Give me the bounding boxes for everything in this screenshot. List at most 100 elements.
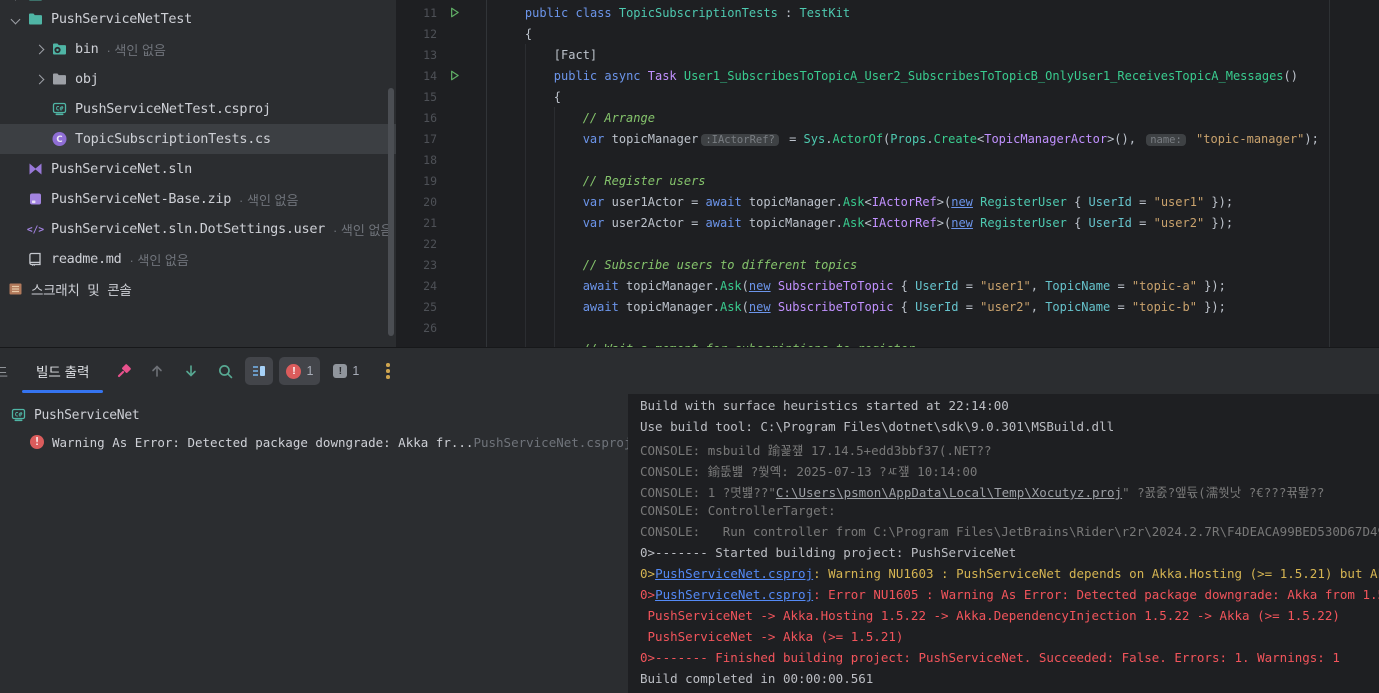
tree-item-suffix: · 색인 없음 — [106, 40, 165, 59]
build-events-pane: C# PushServiceNet ! Warning As Error: De… — [0, 394, 628, 693]
line-number: 19 — [396, 174, 441, 188]
console-line: PushServiceNet -> Akka.Hosting 1.5.22 ->… — [640, 608, 1379, 629]
tree-item-label: obj — [75, 71, 98, 87]
code-line-18: 18 — [396, 149, 1379, 170]
code-text: [Fact] — [486, 48, 597, 62]
line-number: 21 — [396, 216, 441, 230]
warning-icon: ! — [333, 364, 347, 378]
svg-text:C#: C# — [14, 411, 22, 419]
tree-item-obj[interactable]: obj — [0, 64, 396, 94]
code-line-25: 25 await topicManager.Ask(new SubscribeT… — [396, 296, 1379, 317]
build-console[interactable]: Build with surface heuristics started at… — [628, 394, 1379, 693]
code-line-19: 19 // Register users — [396, 170, 1379, 191]
tree-item-readme-md[interactable]: readme.md· 색인 없음 — [0, 244, 396, 274]
sln-icon — [26, 161, 44, 178]
csharp-project-icon: C# — [9, 407, 27, 424]
more-options-icon[interactable] — [380, 363, 396, 379]
svg-text:C: C — [56, 135, 62, 145]
tab-build-output[interactable]: 빌드 출력 — [22, 348, 103, 394]
console-link[interactable]: C:\Users\psmon\AppData\Local\Temp\Xocuty… — [776, 485, 1122, 500]
tree-item-스크래치-및-콘솔[interactable]: 스크래치 및 콘솔 — [0, 274, 396, 304]
console-line: CONSOLE: msbuild 踰꾩쟾 17.14.5+edd3bbf37(.… — [640, 440, 1379, 461]
tree-item-topicsubscriptiontests-cs[interactable]: CTopicSubscriptionTests.cs — [0, 124, 396, 154]
tree-item-label: PushServiceNet.sln — [51, 161, 192, 177]
line-number: 16 — [396, 111, 441, 125]
sidebar-scrollbar[interactable] — [388, 88, 394, 336]
console-line: CONSOLE: 鍮뚮뱶 ?쒖옉: 2025-07-13 ?ㅼ쟾 10:14:0… — [640, 461, 1379, 482]
build-warning-row[interactable]: ! Warning As Error: Detected package dow… — [0, 428, 628, 456]
tree-item-label: PushServiceNet — [51, 0, 161, 3]
active-tab-indicator — [22, 390, 103, 393]
next-message-button[interactable] — [177, 357, 205, 385]
build-toolbar: 드 빌드 출력 ! 1 — [0, 348, 1379, 394]
error-icon: ! — [286, 364, 301, 379]
tree-item-label: PushServiceNet-Base.zip — [51, 191, 231, 207]
code-text: var user2Actor = await topicManager.Ask<… — [486, 216, 1233, 230]
console-link[interactable]: PushServiceNet.csproj — [655, 587, 813, 602]
chevron-down-icon[interactable] — [4, 16, 26, 23]
tree-item-pushservicenet-sln[interactable]: PushServiceNet.sln — [0, 154, 396, 184]
tree-item-suffix: · 색인 없음 — [333, 220, 392, 239]
error-count: 1 — [306, 364, 313, 378]
search-icon[interactable] — [211, 357, 239, 385]
console-link[interactable]: PushServiceNet.csproj — [655, 566, 813, 581]
previous-message-button[interactable] — [143, 357, 171, 385]
console-line: CONSOLE: ControllerTarget: — [640, 503, 1379, 524]
toggle-tree-view-button[interactable] — [245, 357, 273, 385]
line-number: 14 — [396, 69, 441, 83]
error-filter-toggle[interactable]: ! 1 — [279, 357, 320, 385]
run-test-icon[interactable] — [441, 6, 486, 19]
csproj-icon: C# — [50, 101, 68, 118]
tree-item-suffix: · 색인 없음 — [239, 190, 298, 209]
folder-teal-icon — [26, 11, 44, 28]
code-line-14: 14 public async Task User1_SubscribesToT… — [396, 65, 1379, 86]
warning-filter-toggle[interactable]: ! 1 — [326, 357, 366, 385]
console-line: Build with surface heuristics started at… — [640, 398, 1379, 419]
svg-text:</>: </> — [27, 225, 44, 236]
line-number: 11 — [396, 6, 441, 20]
tree-item-label: readme.md — [51, 251, 121, 267]
chevron-right-icon[interactable] — [28, 46, 50, 53]
build-output-content: C# PushServiceNet ! Warning As Error: De… — [0, 394, 1379, 693]
build-project-row[interactable]: C# PushServiceNet — [0, 402, 628, 428]
code-text: public class TopicSubscriptionTests : Te… — [486, 6, 850, 20]
build-warning-text: Warning As Error: Detected package downg… — [52, 435, 473, 450]
console-line: 0>------- Started building project: Push… — [640, 545, 1379, 566]
code-lines: 11 public class TopicSubscriptionTests :… — [396, 2, 1379, 347]
warning-count: 1 — [352, 364, 359, 378]
code-line-12: 12 { — [396, 23, 1379, 44]
folder-teal-icon — [26, 0, 44, 4]
code-text: // Wait a moment for subscriptions to re… — [486, 342, 915, 348]
build-warning-source: PushServiceNet.csproj — [473, 435, 631, 450]
chevron-right-icon[interactable] — [28, 76, 50, 83]
line-number: 23 — [396, 258, 441, 272]
console-line: Use build tool: C:\Program Files\dotnet\… — [640, 419, 1379, 440]
folder-bin-icon — [50, 41, 68, 58]
line-number: 20 — [396, 195, 441, 209]
line-number: 22 — [396, 237, 441, 251]
code-text: { — [486, 27, 532, 41]
line-number: 13 — [396, 48, 441, 62]
code-text: var user1Actor = await topicManager.Ask<… — [486, 195, 1233, 209]
tree-item-pushservicenet[interactable]: PushServiceNet — [0, 0, 396, 10]
code-text: // Subscribe users to different topics — [486, 258, 857, 272]
code-text: // Arrange — [486, 111, 655, 125]
tree-item-pushservicenet-sln-dotsettings-user[interactable]: </>PushServiceNet.sln.DotSettings.user· … — [0, 214, 396, 244]
scratch-icon — [6, 281, 24, 298]
code-line-21: 21 var user2Actor = await topicManager.A… — [396, 212, 1379, 233]
tree-item-bin[interactable]: bin· 색인 없음 — [0, 34, 396, 64]
build-hammer-icon[interactable] — [109, 357, 137, 385]
line-number: 25 — [396, 300, 441, 314]
line-number: 24 — [396, 279, 441, 293]
tree-item-label: PushServiceNetTest.csproj — [75, 101, 271, 117]
run-test-icon[interactable] — [441, 69, 486, 82]
code-editor[interactable]: 11 public class TopicSubscriptionTests :… — [396, 0, 1379, 347]
build-project-label: PushServiceNet — [34, 408, 139, 423]
build-tool-window: 드 빌드 출력 ! 1 — [0, 347, 1379, 693]
tree-item-pushservicenet-base-zip[interactable]: PushServiceNet-Base.zip · 색인 없음 — [0, 184, 396, 214]
tree-item-pushservicenettest-csproj[interactable]: C# PushServiceNetTest.csproj — [0, 94, 396, 124]
console-line: PushServiceNet -> Akka (>= 1.5.21) — [640, 629, 1379, 650]
project-explorer: PushServiceNetPushServiceNetTestbin· 색인 … — [0, 0, 396, 347]
svg-text:C#: C# — [55, 105, 63, 113]
console-line: 0>PushServiceNet.csproj: Warning NU1603 … — [640, 566, 1379, 587]
